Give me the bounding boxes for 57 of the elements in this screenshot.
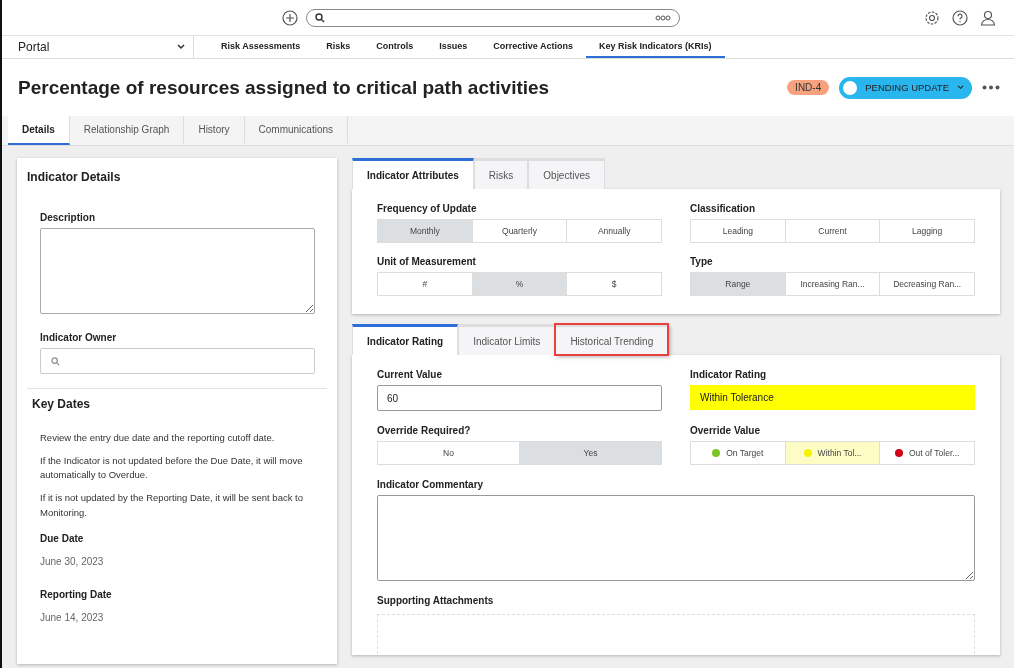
help-text: If the Indicator is not updated before the Due Date, it will move automatically to Overdue. [40, 453, 304, 483]
field-label: Description [40, 212, 96, 223]
field-label: Override Required? [377, 425, 472, 436]
segment-option[interactable]: Yes [520, 442, 661, 464]
owner-search-field[interactable] [40, 348, 315, 374]
current-value-field[interactable]: 60 [377, 385, 662, 411]
date-value: June 30, 2023 [40, 555, 105, 567]
nav-link[interactable]: Controls [363, 36, 427, 58]
field-label: Indicator Owner [40, 332, 118, 343]
field-label: Due Date [40, 532, 85, 544]
segment-option[interactable]: Monthly [378, 220, 473, 242]
tab[interactable]: Historical Trending [555, 324, 669, 355]
tab[interactable]: Risks [473, 158, 529, 189]
settings-icon[interactable] [924, 9, 940, 26]
id-badge: IND-4 [787, 80, 830, 95]
help-text: Review the entry due date and the reporting cutoff date. [40, 431, 276, 445]
field-label: Override Value [690, 425, 762, 436]
help-text: If it is not updated by the Reporting Date, it will be sent back to Monitoring. [40, 491, 304, 520]
field-label: Reporting Date [40, 588, 113, 600]
portal-dropdown[interactable]: Portal [2, 36, 194, 58]
description-field[interactable] [40, 228, 315, 314]
field-label: Type [690, 256, 714, 267]
field-label: Indicator Commentary [377, 479, 485, 490]
nav-link[interactable]: Risks [313, 36, 364, 58]
help-icon[interactable] [952, 9, 968, 26]
field-label: Current Value [377, 369, 444, 380]
search-icon [315, 12, 325, 23]
segment-option[interactable]: % [472, 273, 568, 295]
nav-link[interactable]: Issues [426, 36, 481, 58]
tab[interactable]: Indicator Attributes [352, 158, 474, 189]
chevron-down-icon [177, 44, 185, 50]
tab[interactable]: Details [8, 116, 70, 145]
more-icon[interactable] [655, 14, 671, 21]
caret-icon [957, 85, 964, 90]
add-icon[interactable] [282, 9, 298, 26]
nav-link[interactable]: Corrective Actions [480, 36, 586, 58]
segment-option[interactable]: Range [691, 273, 786, 295]
tab[interactable]: Objectives [528, 158, 605, 189]
more-icon[interactable] [982, 85, 1000, 90]
tab[interactable]: Indicator Rating [352, 324, 459, 355]
field-label: Indicator Rating [690, 369, 768, 380]
segment-option[interactable]: Within Tol... [785, 442, 881, 464]
commentary-field[interactable] [377, 495, 975, 581]
card-title: Indicator Details [27, 170, 122, 184]
rating-value: Within Tolerance [690, 385, 975, 410]
search-icon [51, 356, 60, 366]
user-icon[interactable] [980, 9, 996, 26]
field-label: Unit of Measurement [377, 256, 477, 267]
section-title: Key Dates [32, 397, 92, 411]
field-label: Frequency of Update [377, 203, 478, 214]
date-value: June 14, 2023 [40, 611, 105, 623]
status-dropdown[interactable]: PENDING UPDATE [839, 76, 972, 99]
field-label: Classification [690, 203, 757, 214]
nav-link[interactable]: Risk Assessments [208, 36, 314, 58]
page-title: Percentage of resources assigned to critical path activities [18, 76, 551, 99]
field-label: Supporting Attachments [377, 595, 495, 606]
tab[interactable]: Indicator Limits [458, 324, 556, 355]
